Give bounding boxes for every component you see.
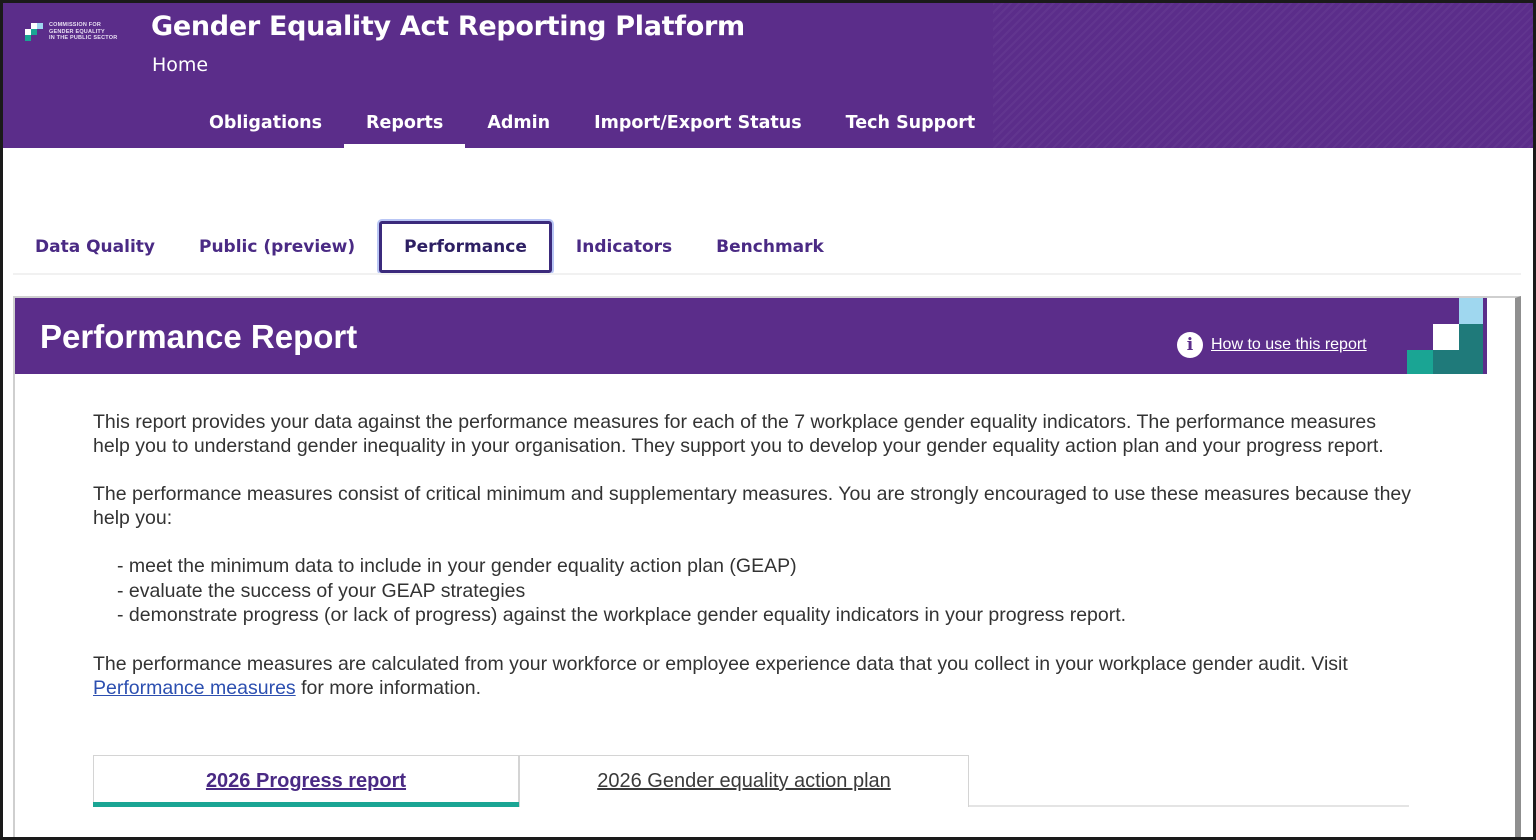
- commission-logo[interactable]: COMMISSION FOR GENDER EQUALITY IN THE PU…: [23, 21, 143, 47]
- nav-import-export-status[interactable]: Import/Export Status: [572, 103, 824, 148]
- nav-obligations[interactable]: Obligations: [187, 103, 344, 148]
- tab-2026-gender-equality-action-plan[interactable]: 2026 Gender equality action plan: [519, 755, 969, 807]
- calc-text-before: The performance measures are calculated …: [93, 652, 1348, 675]
- info-icon[interactable]: i: [1177, 332, 1203, 358]
- list-item: - demonstrate progress (or lack of progr…: [117, 604, 1127, 626]
- nav-reports[interactable]: Reports: [344, 103, 466, 148]
- help-link-group[interactable]: i How to use this report: [1177, 332, 1367, 358]
- how-to-use-link[interactable]: How to use this report: [1211, 336, 1367, 354]
- tab-indicators[interactable]: Indicators: [554, 221, 694, 273]
- calculation-paragraph: The performance measures are calculated …: [93, 652, 1413, 700]
- report-title: Performance Report: [40, 318, 358, 355]
- nav-tech-support[interactable]: Tech Support: [824, 103, 998, 148]
- list-item: - evaluate the success of your GEAP stra…: [117, 579, 526, 602]
- measures-intro-paragraph: The performance measures consist of crit…: [93, 483, 1412, 529]
- intro-paragraph: This report provides your data against t…: [93, 411, 1384, 457]
- report-header: Performance Report i How to use this rep…: [15, 298, 1487, 374]
- calc-text-after: for more information.: [295, 676, 481, 699]
- performance-measures-link[interactable]: Performance measures: [93, 677, 296, 699]
- tab-performance[interactable]: Performance: [379, 221, 552, 273]
- header-pattern: [993, 3, 1533, 148]
- top-header: COMMISSION FOR GENDER EQUALITY IN THE PU…: [3, 3, 1533, 148]
- breadcrumb-home[interactable]: Home: [152, 54, 208, 76]
- report-subtabs: Data Quality Public (preview) Performanc…: [13, 221, 846, 273]
- logo-mark-icon: [23, 23, 45, 45]
- performance-report-panel: Performance Report i How to use this rep…: [13, 296, 1521, 837]
- app-title: Gender Equality Act Reporting Platform: [151, 11, 745, 42]
- benefits-list: - meet the minimum data to include in yo…: [93, 554, 1413, 628]
- tab-2026-progress-report[interactable]: 2026 Progress report: [93, 755, 519, 807]
- logo-text: COMMISSION FOR GENDER EQUALITY IN THE PU…: [49, 22, 149, 42]
- report-description: This report provides your data against t…: [93, 410, 1413, 724]
- main-nav: Obligations Reports Admin Import/Export …: [187, 103, 997, 148]
- report-period-tabs: 2026 Progress report 2026 Gender equalit…: [93, 755, 1409, 807]
- tab-public-preview[interactable]: Public (preview): [177, 221, 377, 273]
- tab-data-quality[interactable]: Data Quality: [13, 221, 177, 273]
- logo-line: IN THE PUBLIC SECTOR: [49, 35, 118, 41]
- list-item: - meet the minimum data to include in yo…: [117, 555, 797, 577]
- nav-admin[interactable]: Admin: [465, 103, 572, 148]
- app-window: COMMISSION FOR GENDER EQUALITY IN THE PU…: [0, 0, 1536, 840]
- tab-benchmark[interactable]: Benchmark: [694, 221, 846, 273]
- subtabs-divider: [13, 273, 1521, 275]
- corner-pattern-icon: [1407, 298, 1487, 374]
